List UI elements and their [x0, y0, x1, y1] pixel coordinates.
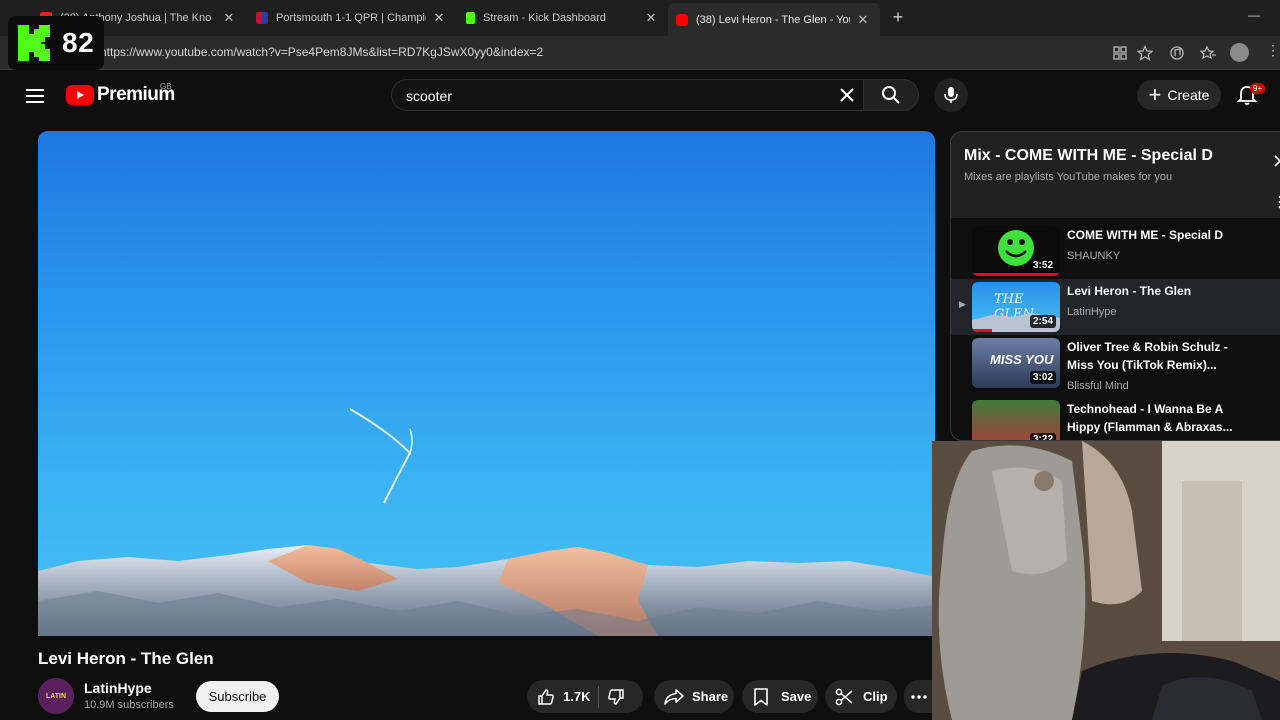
playlist-thumbnail: MISS YOU 3:02	[972, 338, 1060, 388]
bbc-favicon-icon	[256, 12, 268, 24]
playlist-item-channel: Blissful Mind	[1067, 380, 1129, 392]
playlist-item-channel: SHAUNKY	[1067, 250, 1121, 262]
microphone-icon	[944, 87, 958, 103]
video-title: Levi Heron - The Glen	[38, 649, 214, 668]
youtube-premium-logo[interactable]: Premium GB	[66, 82, 175, 106]
playlist-item-title: COME WITH ME - Special D	[1067, 228, 1224, 242]
playlist-item[interactable]: 3:22 Technohead - I Wanna Be A Hippy (Fl…	[951, 397, 1280, 440]
share-button[interactable]: Share	[654, 680, 734, 713]
browser-tab-2[interactable]: Portsmouth 1-1 QPR | Championsh ✕	[256, 5, 456, 31]
favorites-icon[interactable]	[1200, 45, 1216, 61]
watched-progress-bar	[972, 273, 1060, 276]
playlist-item-current[interactable]: ▶ THE GLEN 2:54 Levi Heron - The Glen La…	[951, 279, 1280, 335]
subscriber-count: 10.9M subscribers	[84, 699, 174, 711]
profile-avatar[interactable]	[1230, 43, 1249, 62]
search-box[interactable]: scooter	[391, 79, 863, 111]
more-menu-icon[interactable]: ⋮	[1266, 42, 1280, 58]
playlist-item[interactable]: 3:52 COME WITH ME - Special D SHAUNKY	[951, 223, 1280, 279]
search-input[interactable]: scooter	[406, 88, 452, 104]
youtube-play-logo-icon	[66, 85, 94, 105]
video-player[interactable]	[38, 131, 935, 636]
webcam-overlay	[932, 441, 1280, 720]
kick-favicon-icon	[466, 12, 475, 24]
clip-button[interactable]: Clip	[825, 680, 897, 713]
playlist-subtitle: Mixes are playlists YouTube makes for yo…	[964, 171, 1173, 183]
clip-label: Clip	[863, 689, 888, 704]
address-bar: https://www.youtube.com/watch?v=Pse4Pem8…	[0, 36, 1280, 70]
subscribe-button[interactable]: Subscribe	[196, 681, 279, 712]
playlist-thumbnail: 3:52	[972, 226, 1060, 276]
more-horizontal-icon	[911, 694, 927, 699]
save-label: Save	[781, 689, 812, 704]
thumbnail-text: MISS YOU	[990, 352, 1054, 367]
search-button[interactable]	[863, 79, 919, 111]
playlist-thumbnail: THE GLEN 2:54	[972, 282, 1060, 332]
minimize-icon[interactable]: —	[1248, 8, 1260, 22]
notification-count-badge: 9+	[1250, 83, 1266, 94]
more-actions-button[interactable]	[904, 680, 934, 713]
kick-logo-icon	[18, 25, 50, 61]
thumbs-down-icon[interactable]	[607, 688, 625, 706]
browser-tab-3[interactable]: Stream - Kick Dashboard ✕	[466, 5, 668, 31]
channel-avatar[interactable]: LATIN	[38, 678, 74, 714]
tab-title: (38) Levi Heron - The Glen - YouTub	[696, 13, 850, 26]
scissors-icon	[835, 688, 853, 705]
new-tab-button[interactable]: +	[888, 8, 908, 28]
bookmark-icon	[754, 687, 768, 706]
webcam-feed-image	[932, 441, 1280, 720]
video-duration: 3:02	[1029, 371, 1056, 384]
playlist-title[interactable]: Mix - COME WITH ME - Special D	[964, 147, 1213, 165]
voice-search-button[interactable]	[934, 78, 968, 112]
playlist-item[interactable]: MISS YOU 3:02 Oliver Tree & Robin Schulz…	[951, 335, 1280, 392]
playlist-item-title: Oliver Tree & Robin Schulz - Miss You (T…	[1067, 340, 1228, 372]
create-label: Create	[1167, 87, 1210, 103]
browser-tab-bar: (38) Anthony Joshua | The Kno ✕ Portsmou…	[0, 0, 1280, 36]
divider	[598, 685, 600, 708]
youtube-favicon-icon	[676, 13, 688, 26]
playlist-item-channel: LatinHype	[1067, 306, 1117, 318]
close-playlist-icon[interactable]	[1273, 154, 1280, 168]
share-label: Share	[692, 689, 729, 704]
region-code: GB	[160, 82, 172, 91]
youtube-header: Premium GB scooter + Create 9+	[0, 70, 1280, 122]
now-playing-icon: ▶	[959, 299, 966, 309]
create-button[interactable]: + Create	[1137, 80, 1221, 110]
search-icon	[882, 86, 900, 104]
playlist-item-title: Levi Heron - The Glen	[1067, 284, 1192, 298]
channel-name[interactable]: LatinHype	[84, 680, 152, 696]
close-tab-icon[interactable]: ✕	[644, 10, 658, 26]
screen: (38) Anthony Joshua | The Kno ✕ Portsmou…	[0, 0, 1280, 720]
playlist-header: Mix - COME WITH ME - Special D Mixes are…	[951, 132, 1280, 218]
close-tab-icon[interactable]: ✕	[856, 12, 870, 28]
watched-progress-bar	[972, 329, 992, 332]
channel-avatar-text: LATIN	[45, 692, 67, 700]
thumbs-up-icon	[538, 688, 554, 705]
close-tab-icon[interactable]: ✕	[432, 10, 446, 26]
tab-title: Stream - Kick Dashboard	[483, 12, 606, 24]
save-button[interactable]: Save	[742, 680, 818, 713]
like-count: 1.7K	[563, 689, 591, 704]
apps-icon[interactable]	[1112, 45, 1128, 61]
video-duration: 2:54	[1029, 315, 1056, 328]
extension-icon[interactable]	[1169, 45, 1185, 61]
viewer-count: 82	[62, 27, 95, 58]
tab-title: Portsmouth 1-1 QPR | Championsh	[276, 12, 426, 24]
mix-playlist-panel: Mix - COME WITH ME - Special D Mixes are…	[950, 131, 1280, 441]
hamburger-menu-icon[interactable]	[24, 85, 46, 107]
like-button[interactable]: 1.7K	[527, 688, 590, 706]
video-duration: 3:52	[1029, 259, 1056, 272]
like-dislike-group: 1.7K	[527, 680, 643, 713]
browser-tab-4-active[interactable]: (38) Levi Heron - The Glen - YouTub ✕	[668, 3, 880, 36]
plus-icon: +	[1148, 82, 1162, 107]
favorite-star-icon[interactable]	[1137, 45, 1153, 61]
kick-viewer-badge: 82	[8, 16, 104, 70]
playlist-thumbnail: 3:22	[972, 400, 1060, 440]
close-tab-icon[interactable]: ✕	[222, 10, 236, 26]
video-duration: 3:22	[1029, 433, 1056, 440]
share-icon	[664, 688, 684, 705]
url-field[interactable]: https://www.youtube.com/watch?v=Pse4Pem8…	[100, 45, 543, 59]
clear-search-icon[interactable]	[837, 85, 857, 105]
playlist-item-title: Technohead - I Wanna Be A Hippy (Flamman…	[1067, 402, 1233, 434]
video-frame-mountains	[38, 408, 935, 636]
